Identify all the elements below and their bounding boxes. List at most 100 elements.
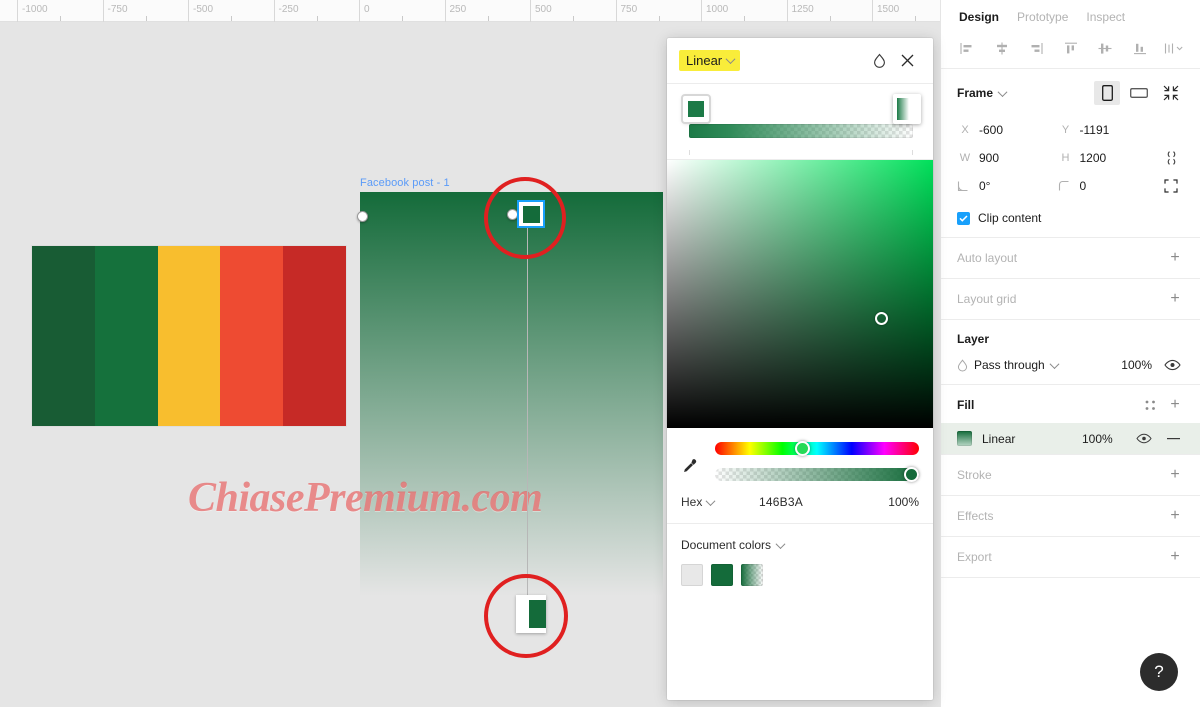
- sv-cursor-handle[interactable]: [875, 312, 888, 325]
- document-swatch-gray[interactable]: [681, 564, 703, 586]
- effects-title: Effects: [957, 509, 994, 523]
- design-sidebar[interactable]: Design Prototype Inspect Frame X -600 Y …: [940, 0, 1200, 707]
- add-stroke-button[interactable]: +: [1166, 467, 1184, 483]
- align-horizontal-center-icon[interactable]: [990, 38, 1014, 58]
- palette-bar[interactable]: [94, 246, 158, 426]
- ruler-minor-tick: [915, 16, 916, 21]
- hue-slider[interactable]: [715, 441, 919, 456]
- fill-item-opacity[interactable]: 100%: [1082, 432, 1124, 446]
- prop-x-value[interactable]: -600: [979, 123, 1003, 137]
- document-swatch-green[interactable]: [711, 564, 733, 586]
- eye-icon[interactable]: [1134, 433, 1154, 444]
- palette-bar[interactable]: [220, 246, 284, 426]
- align-right-icon[interactable]: [1024, 38, 1048, 58]
- hue-slider-knob[interactable]: [794, 441, 810, 456]
- layer-title: Layer: [957, 332, 990, 346]
- hex-opacity-input[interactable]: 100%: [873, 495, 919, 509]
- add-effect-button[interactable]: +: [1166, 508, 1184, 524]
- clip-content-checkbox[interactable]: [957, 211, 970, 225]
- opacity-slider-knob[interactable]: [904, 467, 919, 482]
- tab-inspect[interactable]: Inspect: [1086, 10, 1125, 24]
- watermark-text: ChiasePremium.com: [188, 475, 543, 521]
- palette-bar[interactable]: [157, 246, 221, 426]
- prop-x[interactable]: X -600: [957, 117, 1052, 143]
- fill-item-label[interactable]: Linear: [982, 432, 1072, 446]
- gradient-stops-editor[interactable]: [667, 84, 933, 160]
- gradient-type-dropdown[interactable]: Linear: [679, 50, 741, 71]
- clip-content-row[interactable]: Clip content: [957, 211, 1184, 225]
- eyedropper-icon[interactable]: [681, 442, 705, 475]
- add-auto-layout-button[interactable]: +: [1166, 250, 1184, 266]
- help-button[interactable]: ?: [1140, 653, 1178, 691]
- layout-grid-title: Layout grid: [957, 292, 1017, 306]
- gradient-stop-chip-start[interactable]: [683, 96, 709, 122]
- add-export-button[interactable]: +: [1166, 549, 1184, 565]
- ruler-minor-tick: [829, 16, 831, 21]
- close-icon[interactable]: [893, 47, 921, 75]
- prop-h[interactable]: H 1200: [1058, 145, 1153, 171]
- fill-swatch[interactable]: [957, 431, 972, 446]
- prop-y[interactable]: Y -1191: [1058, 117, 1153, 143]
- opacity-slider[interactable]: [715, 467, 919, 482]
- artboard-label[interactable]: Facebook post - 1: [360, 177, 450, 189]
- prop-rotation-value[interactable]: 0°: [979, 179, 990, 193]
- prop-corner-radius[interactable]: 0: [1058, 173, 1153, 199]
- document-swatch-gradient[interactable]: [741, 564, 763, 586]
- eye-icon[interactable]: [1160, 359, 1184, 371]
- tab-prototype[interactable]: Prototype: [1017, 10, 1068, 24]
- ruler-horizontal: -1000 -750 -500 -250 0 250 500 750 1000 1250 1500: [0, 0, 940, 22]
- prop-w-value[interactable]: 900: [979, 151, 999, 165]
- add-layout-grid-button[interactable]: +: [1166, 291, 1184, 307]
- palette-bar[interactable]: [32, 246, 95, 426]
- layout-grid-header: Layout grid +: [957, 291, 1184, 307]
- palette-bar[interactable]: [283, 246, 346, 426]
- ruler-tick-label: 500: [535, 4, 552, 15]
- blend-mode-dropdown[interactable]: Pass through: [957, 358, 1098, 372]
- align-bottom-icon[interactable]: [1128, 38, 1152, 58]
- align-vertical-center-icon[interactable]: [1093, 38, 1117, 58]
- resize-to-fit-icon[interactable]: [1158, 81, 1184, 105]
- chevron-down-icon[interactable]: [997, 86, 1008, 97]
- droplet-icon[interactable]: [865, 47, 893, 75]
- distribute-more-icon[interactable]: [1162, 38, 1186, 58]
- fill-style-icon[interactable]: [1145, 400, 1156, 411]
- effects-header: Effects +: [957, 508, 1184, 524]
- hex-value-input[interactable]: 146B3A: [743, 495, 873, 509]
- landscape-icon[interactable]: [1126, 81, 1152, 105]
- hex-input-row[interactable]: Hex 146B3A 100%: [667, 489, 933, 524]
- stroke-section: Stroke +: [941, 455, 1200, 496]
- ruler-tick-label: -1000: [22, 4, 48, 15]
- gradient-preview-track[interactable]: [689, 124, 913, 138]
- gradient-stop-chip-end[interactable]: [893, 94, 921, 124]
- align-top-icon[interactable]: [1059, 38, 1083, 58]
- tab-design[interactable]: Design: [959, 10, 999, 24]
- color-picker-popover[interactable]: Linear Hex 146B3A 100% Document colors: [667, 38, 933, 700]
- document-colors-header[interactable]: Document colors: [681, 538, 919, 552]
- constrain-proportions-icon[interactable]: [1158, 145, 1184, 171]
- prop-h-key: H: [1061, 152, 1070, 164]
- prop-corner-value[interactable]: 0: [1080, 179, 1087, 193]
- color-palette-group[interactable]: [32, 246, 346, 426]
- gradient-type-label: Linear: [686, 53, 723, 68]
- prop-h-value[interactable]: 1200: [1080, 151, 1107, 165]
- gradient-handle-origin[interactable]: [357, 211, 368, 222]
- ruler-tick-label: 1500: [877, 4, 900, 15]
- align-left-icon[interactable]: [955, 38, 979, 58]
- ruler-tick: 1500: [872, 0, 899, 22]
- prop-w[interactable]: W 900: [957, 145, 1052, 171]
- independent-corners-icon[interactable]: [1158, 173, 1184, 199]
- fill-item-row[interactable]: Linear 100%: [941, 423, 1200, 454]
- export-section: Export +: [941, 537, 1200, 578]
- hex-format-label: Hex: [681, 495, 703, 509]
- portrait-icon[interactable]: [1094, 81, 1120, 105]
- ruler-minor-tick: [402, 16, 403, 21]
- layer-opacity-value[interactable]: 100%: [1106, 358, 1152, 372]
- hex-format-dropdown[interactable]: Hex: [681, 495, 743, 509]
- ruler-tick-label: -750: [107, 4, 128, 15]
- saturation-value-field[interactable]: [667, 160, 933, 428]
- effects-section: Effects +: [941, 496, 1200, 537]
- prop-rotation[interactable]: 0°: [957, 173, 1052, 199]
- prop-y-value[interactable]: -1191: [1080, 123, 1110, 137]
- add-fill-button[interactable]: +: [1166, 397, 1184, 413]
- remove-fill-button[interactable]: [1164, 437, 1184, 440]
